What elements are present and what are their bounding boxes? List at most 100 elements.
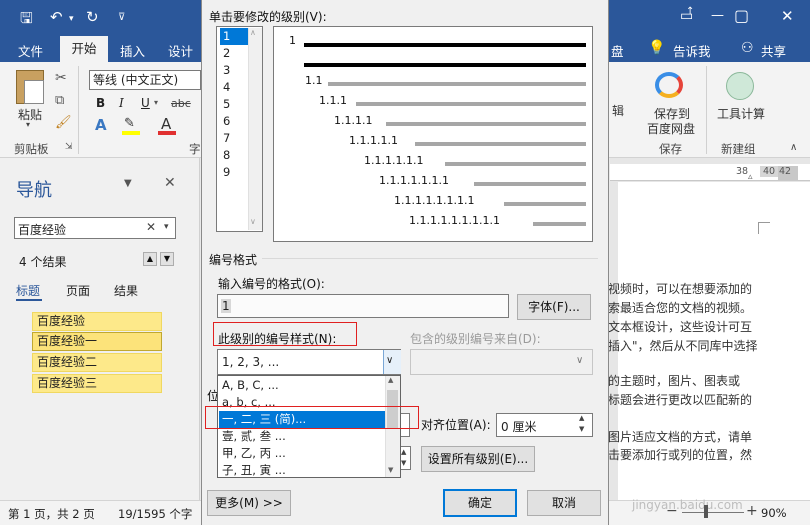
- minimize-button[interactable]: —: [711, 8, 724, 23]
- undo-dropdown-icon[interactable]: ▾: [69, 14, 74, 24]
- tell-me-button[interactable]: 告诉我: [673, 41, 711, 60]
- nav-tab-headings[interactable]: 标题: [16, 282, 40, 299]
- nav-close-icon[interactable]: ✕: [164, 175, 176, 191]
- format-input[interactable]: 1: [217, 294, 509, 318]
- search-dropdown-icon[interactable]: ▾: [164, 222, 169, 232]
- preview-label: 1.1: [305, 74, 323, 87]
- clipboard-launcher-icon[interactable]: ⇲: [65, 142, 73, 152]
- previous-result-button[interactable]: ▲: [143, 252, 157, 266]
- nav-heading-item[interactable]: 百度经验三: [32, 374, 162, 393]
- doc-line: 的主题时，图片、图表或: [608, 374, 741, 388]
- section-divider: [262, 258, 598, 259]
- nav-heading-item[interactable]: 百度经验一: [32, 332, 162, 351]
- ok-button[interactable]: 确定: [443, 489, 517, 517]
- text-effects-icon[interactable]: A: [95, 116, 107, 134]
- save-cloud-line2[interactable]: 百度网盘: [647, 120, 695, 137]
- tab-design[interactable]: 设计: [168, 41, 193, 60]
- tab-insert[interactable]: 插入: [120, 41, 145, 60]
- font-button[interactable]: 字体(F)...: [517, 294, 591, 320]
- page-count[interactable]: 第 1 页，共 2 页: [8, 506, 95, 522]
- style-option[interactable]: 子, 丑, 寅 ...: [219, 462, 385, 479]
- nav-title: 导航: [16, 180, 52, 201]
- set-all-levels-button[interactable]: 设置所有级别(E)...: [421, 446, 535, 472]
- spin-up-icon[interactable]: ▲: [579, 414, 584, 422]
- redo-icon[interactable]: ↻: [86, 8, 99, 26]
- level-list-scrollbar[interactable]: [248, 28, 262, 230]
- style-option[interactable]: 壹, 贰, 叁 ...: [219, 428, 385, 445]
- share-button[interactable]: 共享: [761, 41, 786, 60]
- nav-tab-pages[interactable]: 页面: [66, 282, 90, 299]
- nav-tab-results[interactable]: 结果: [114, 282, 138, 299]
- zoom-slider-track[interactable]: [682, 512, 744, 513]
- nav-search-input[interactable]: 百度经验: [18, 221, 66, 238]
- tab-cloud-partial[interactable]: 盘: [611, 41, 624, 60]
- margin-corner-mark: [758, 222, 770, 234]
- align-position-label: 对齐位置(A):: [421, 418, 491, 432]
- list-preview[interactable]: 1 1.1 1.1.1 1.1.1.1 1.1.1.1.1 1.1.1.1.1.…: [273, 26, 593, 242]
- format-value[interactable]: 1: [221, 299, 231, 313]
- zoom-in-icon[interactable]: +: [746, 503, 758, 519]
- tools-label[interactable]: 工具计算: [717, 105, 765, 122]
- copy-icon[interactable]: ⧉: [55, 93, 64, 108]
- zoom-slider-thumb[interactable]: [704, 505, 708, 518]
- underline-button[interactable]: U: [141, 96, 150, 110]
- highlight-icon[interactable]: ✎: [124, 116, 135, 131]
- tab-home[interactable]: 开始: [60, 36, 108, 62]
- scroll-down-icon[interactable]: ▼: [388, 466, 393, 474]
- style-select-value[interactable]: 1, 2, 3, ...: [222, 355, 279, 369]
- align-position-input[interactable]: 0 厘米 ▲ ▼: [496, 413, 593, 437]
- tab-file[interactable]: 文件: [18, 41, 43, 60]
- ruler-tick: 38: [736, 166, 749, 177]
- preview-label: 1.1.1.1.1: [349, 134, 398, 147]
- baidu-cloud-icon[interactable]: [655, 72, 683, 98]
- edit-label[interactable]: 辑: [612, 102, 624, 119]
- paste-sheet-icon: [24, 80, 44, 104]
- tool-calc-icon[interactable]: [726, 72, 754, 100]
- save-icon[interactable]: 🖫: [20, 8, 33, 33]
- scroll-up-icon[interactable]: ▲: [388, 376, 393, 384]
- preview-label: 1.1.1.1: [334, 114, 373, 127]
- close-button[interactable]: ✕: [781, 7, 794, 25]
- strikethrough-button[interactable]: abc: [171, 97, 191, 110]
- more-button[interactable]: 更多(M) >>: [207, 490, 291, 516]
- doc-line: 文本框设计，这些设计可互: [608, 320, 753, 334]
- underline-dropdown-icon[interactable]: ▾: [154, 98, 158, 107]
- customize-qat-icon[interactable]: ⊽: [118, 12, 125, 23]
- next-result-button[interactable]: ▼: [160, 252, 174, 266]
- zoom-out-icon[interactable]: −: [666, 503, 678, 519]
- indent-marker-icon[interactable]: ▵: [748, 172, 753, 182]
- preview-line: [386, 122, 586, 126]
- nav-heading-item[interactable]: 百度经验: [32, 312, 162, 331]
- word-count[interactable]: 19/1595 个字: [118, 506, 192, 522]
- font-name-box[interactable]: 等线 (中文正文): [89, 70, 201, 90]
- nav-options-icon[interactable]: ▼: [124, 178, 132, 189]
- spin-down-icon[interactable]: ▼: [579, 425, 584, 433]
- clear-search-icon[interactable]: ✕: [146, 220, 156, 234]
- format-painter-icon[interactable]: 🖌: [55, 115, 72, 130]
- zoom-level[interactable]: 90%: [761, 506, 787, 520]
- preview-line: [415, 142, 586, 146]
- preview-line: [328, 82, 586, 86]
- style-option[interactable]: A, B, C, ...: [219, 377, 385, 394]
- cut-icon[interactable]: ✂: [55, 70, 67, 86]
- align-position-value[interactable]: 0 厘米: [501, 418, 536, 435]
- spin-up-icon[interactable]: ▲: [401, 448, 406, 456]
- scroll-down-icon[interactable]: ∨: [250, 217, 256, 226]
- spin-down-icon[interactable]: ▼: [401, 459, 406, 467]
- style-select[interactable]: 1, 2, 3, ... ∨: [217, 349, 401, 375]
- style-option[interactable]: 甲, 乙, 丙 ...: [219, 445, 385, 462]
- chevron-down-icon[interactable]: ∨: [386, 355, 393, 366]
- level-list[interactable]: 1 2 3 4 5 6 7 8 9 ∧ ∨: [216, 26, 263, 232]
- level-label: 单击要修改的级别(V):: [209, 10, 327, 24]
- scroll-up-icon[interactable]: ∧: [250, 28, 256, 37]
- cancel-button[interactable]: 取消: [527, 490, 601, 516]
- preview-label: 1.1.1: [319, 94, 347, 107]
- nav-heading-item[interactable]: 百度经验二: [32, 353, 162, 372]
- paste-dropdown-icon[interactable]: ▾: [26, 120, 30, 129]
- restore-button[interactable]: ▢: [734, 6, 749, 25]
- italic-button[interactable]: I: [119, 96, 124, 110]
- collapse-ribbon-icon[interactable]: ∧: [790, 142, 797, 153]
- bold-button[interactable]: B: [96, 96, 105, 110]
- clipboard-group-label: 剪贴板: [14, 142, 49, 156]
- undo-icon[interactable]: ↶: [50, 8, 63, 26]
